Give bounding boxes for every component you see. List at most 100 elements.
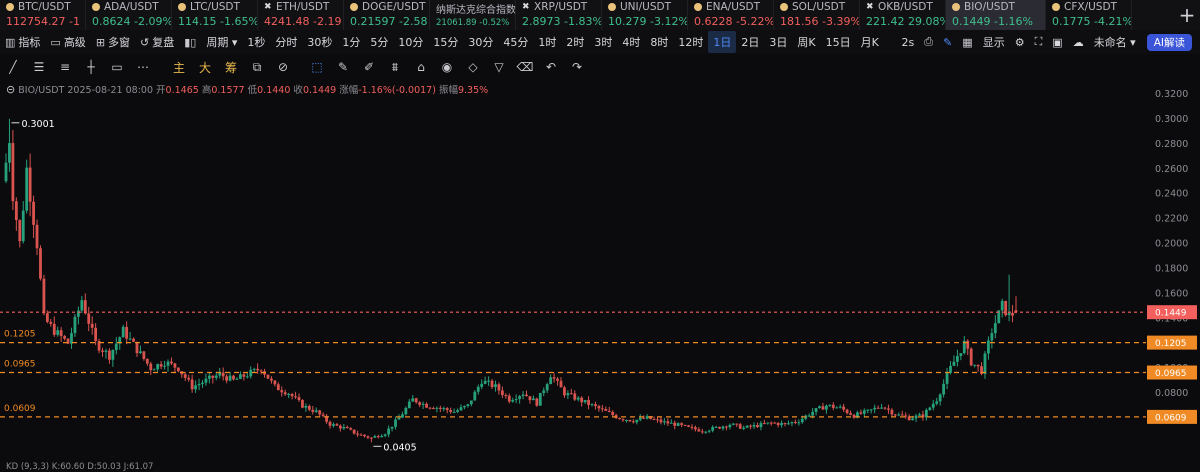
candle-body [297, 397, 301, 401]
period-16[interactable]: 2日 [736, 31, 764, 53]
period-10[interactable]: 2时 [561, 31, 589, 53]
candle-body [232, 375, 235, 380]
period-3[interactable]: 1分 [337, 31, 365, 53]
period-6[interactable]: 15分 [428, 31, 463, 53]
trend-line-icon[interactable]: ╱ [0, 60, 26, 74]
candle-body [449, 410, 453, 413]
candlestick-chart[interactable]: 0.3200 0.3000 0.2800 0.2600 0.2400 0.2200 0.20… [0, 82, 1200, 462]
layout-icon[interactable]: ▣ [1047, 31, 1067, 53]
period-9[interactable]: 1时 [533, 31, 561, 53]
candle-body [332, 424, 335, 426]
ticker-uni-usdt[interactable]: UNI/USDT 10.279 -3.12% [602, 0, 688, 30]
chip-label[interactable]: 筹 [218, 59, 244, 76]
redo-icon[interactable]: ↷ [564, 60, 590, 74]
period-12[interactable]: 4时 [617, 31, 645, 53]
ticker-ada-usdt[interactable]: ADA/USDT 0.8624 -2.09% [86, 0, 172, 30]
ticker-xrp-usdt[interactable]: ✖ XRP/USDT 2.8973 -1.83% [516, 0, 602, 30]
candle-body [559, 380, 563, 388]
filter-icon[interactable]: ▽ [486, 60, 512, 74]
horizontal-ray-icon[interactable]: ┼ [78, 60, 104, 74]
coin-icon: ✖ [866, 2, 874, 12]
toolbar-item-3[interactable]: ↺ 复盘 [135, 31, 179, 53]
ticker-ena-usdt[interactable]: ENA/USDT 0.6228 -5.22% [688, 0, 774, 30]
period-13[interactable]: 8时 [645, 31, 673, 53]
period-4[interactable]: 5分 [365, 31, 393, 53]
snapshot-icon[interactable]: ⧉ [244, 60, 270, 75]
period-14[interactable]: 12时 [673, 31, 708, 53]
candle-body [187, 377, 191, 380]
add-ticker-button[interactable]: + [1174, 0, 1200, 30]
toolbar-item-1[interactable]: ▭ 高级 [45, 31, 90, 53]
ruler-icon[interactable]: ✎ [330, 60, 356, 74]
period-8[interactable]: 45分 [498, 31, 533, 53]
ticker-btc-usdt[interactable]: BTC/USDT 112754.27 -1 [0, 0, 86, 30]
period-18[interactable]: 周K [792, 31, 820, 53]
toolbar-item-2[interactable]: ⊞ 多窗 [91, 31, 135, 53]
candle-body [532, 398, 535, 401]
undo-icon[interactable]: ↶ [538, 60, 564, 74]
ticker-change: -1.65% [216, 15, 258, 28]
cloud-icon[interactable]: ☁ [1068, 31, 1089, 53]
ai-interpret-button[interactable]: AI解读 [1146, 33, 1192, 51]
big-label[interactable]: 大 [192, 59, 218, 76]
h-lines-icon[interactable]: ☰ [26, 60, 52, 74]
toolbar-item-4[interactable]: ▮▯ [179, 31, 201, 53]
candle-body [676, 423, 680, 426]
period-2[interactable]: 30秒 [302, 31, 337, 53]
brush-icon[interactable]: ✐ [356, 60, 382, 74]
refresh-interval[interactable]: 2s [897, 31, 920, 53]
magnet-icon[interactable]: ◇ [460, 60, 486, 74]
trash-icon[interactable]: ⌫ [512, 60, 538, 74]
candle-body [890, 409, 894, 415]
fullscreen-icon[interactable]: ⛶ [1030, 31, 1048, 53]
ticker-sol-usdt[interactable]: SOL/USDT 181.56 -3.39% [774, 0, 860, 30]
rectangle-icon[interactable]: ▭ [104, 60, 130, 74]
period-0[interactable]: 1秒 [242, 31, 270, 53]
more-icon[interactable]: ⋯ [130, 60, 156, 74]
period-15[interactable]: 1日 [708, 31, 737, 53]
toolbar-item-0[interactable]: ▥ 指标 [0, 31, 45, 53]
ticker-okb-usdt[interactable]: ✖ OKB/USDT 221.42 29.08% [860, 0, 946, 30]
pattern-icon[interactable]: ⩩ [382, 60, 408, 75]
y-tick-label: 0.1800 [1155, 263, 1188, 274]
candle-body [87, 313, 91, 324]
ticker-纳斯达克综合指数[interactable]: 纳斯达克综合指数 21061.89 -0.52% [430, 0, 516, 30]
ticker-price: 0.8624 [92, 15, 131, 28]
ticker-eth-usdt[interactable]: ✖ ETH/USDT 4241.48 -2.19 [258, 0, 344, 30]
display-menu[interactable]: 显示 [978, 31, 1010, 53]
ticker-doge-usdt[interactable]: DOGE/USDT 0.21597 -2.58 [344, 0, 430, 30]
candle-body [283, 392, 287, 395]
ticker-ltc-usdt[interactable]: LTC/USDT 114.15 -1.65% [172, 0, 258, 30]
eye-icon[interactable]: ◉ [434, 60, 460, 74]
candle-body [924, 409, 928, 418]
camera-icon[interactable]: ⎙ [919, 31, 938, 53]
ticker-quote: 114.15 -1.65% [178, 15, 257, 28]
toolbar-item-5[interactable]: 周期 ▾ [201, 31, 242, 53]
layout-name-select[interactable]: 未命名 ▾ [1089, 31, 1141, 53]
period-17[interactable]: 3日 [764, 31, 792, 53]
candle-body [407, 401, 411, 408]
period-1[interactable]: 分时 [270, 31, 302, 53]
replay-icon: ↺ [140, 35, 150, 49]
ticker-bio-usdt[interactable]: BIO/USDT 0.1449 -1.16% [946, 0, 1046, 30]
candle-body [569, 393, 573, 395]
lock-icon[interactable]: ⌂ [408, 60, 434, 74]
period-11[interactable]: 3时 [589, 31, 617, 53]
ticker-cfx-usdt[interactable]: CFX/USDT 0.1775 -4.21% [1046, 0, 1132, 30]
calendar-icon[interactable]: ▦ [957, 31, 977, 53]
period-7[interactable]: 30分 [463, 31, 498, 53]
grid-icon: ⊞ [95, 35, 106, 49]
period-5[interactable]: 10分 [393, 31, 428, 53]
period-20[interactable]: 月K [856, 31, 884, 53]
select-icon[interactable]: ⬚ [304, 60, 330, 74]
gear-icon[interactable]: ⚙ [1010, 31, 1030, 53]
measure-icon[interactable]: ⊘ [270, 60, 296, 74]
period-19[interactable]: 15日 [821, 31, 856, 53]
coin-icon [92, 3, 100, 11]
candle-body [387, 428, 391, 435]
candle-body [769, 422, 773, 424]
parallel-lines-icon[interactable]: ≡ [52, 60, 78, 74]
candle-body [518, 396, 522, 400]
pen-icon[interactable]: ✎ [938, 31, 957, 53]
main-label[interactable]: 主 [166, 59, 192, 76]
